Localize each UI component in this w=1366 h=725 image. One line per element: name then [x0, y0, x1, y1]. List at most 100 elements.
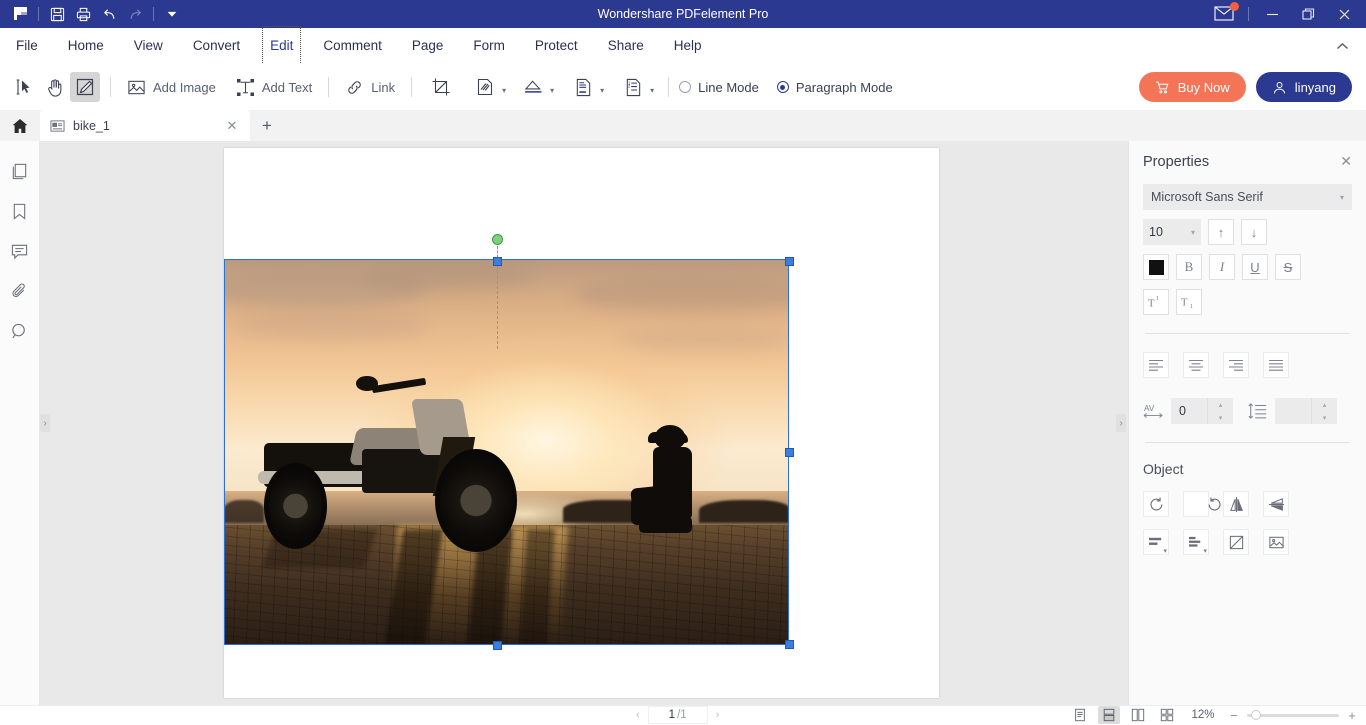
chevron-down-icon[interactable]: ▾	[550, 86, 554, 95]
menu-item-convert[interactable]: Convert	[187, 28, 246, 64]
selection-handle-middle-right[interactable]	[785, 448, 794, 457]
line-spacing-input[interactable]: ▴ ▾	[1275, 398, 1337, 424]
continuous-view-button[interactable]	[1098, 706, 1120, 724]
italic-button[interactable]: I	[1209, 254, 1235, 280]
chevron-down-icon[interactable]: ▾	[502, 86, 506, 95]
menu-item-protect[interactable]: Protect	[529, 28, 584, 64]
close-properties-icon[interactable]: ✕	[1340, 153, 1352, 170]
align-objects-icon[interactable]: ▾	[1143, 529, 1169, 555]
zoom-slider-knob[interactable]	[1251, 710, 1261, 720]
customize-dropdown-icon[interactable]	[159, 1, 185, 27]
selected-image-object[interactable]	[224, 259, 789, 645]
bookmark-icon[interactable]	[7, 199, 33, 223]
document-tab[interactable]: bike_1 ✕	[40, 110, 250, 141]
selection-handle-top-center[interactable]	[493, 257, 502, 266]
redo-icon[interactable]	[122, 1, 148, 27]
font-size-select[interactable]: 10 ▾	[1143, 219, 1201, 245]
selection-handle-bottom-center[interactable]	[493, 641, 502, 650]
bates-numbering-icon[interactable]: 1 2	[618, 72, 648, 102]
character-spacing-input[interactable]: 0 ▴ ▾	[1171, 398, 1233, 424]
add-text-button[interactable]: Add Text	[230, 72, 318, 102]
thumbnail-view-button[interactable]	[1156, 706, 1178, 724]
menu-item-home[interactable]: Home	[62, 28, 110, 64]
distribute-objects-icon[interactable]: ▾	[1183, 529, 1209, 555]
menu-item-page[interactable]: Page	[406, 28, 450, 64]
mail-icon[interactable]	[1207, 0, 1243, 28]
print-icon[interactable]	[70, 1, 96, 27]
zoom-level-value[interactable]: 12%	[1185, 709, 1221, 721]
zoom-slider[interactable]	[1247, 710, 1339, 720]
underline-button[interactable]: U	[1242, 254, 1268, 280]
radio-indicator	[776, 81, 789, 93]
zoom-in-button[interactable]: +	[1346, 708, 1358, 723]
background-icon[interactable]	[518, 72, 548, 102]
line-mode-radio[interactable]: Line Mode	[679, 80, 777, 95]
selection-handle-top-right[interactable]	[785, 257, 794, 266]
paragraph-mode-radio[interactable]: Paragraph Mode	[776, 80, 911, 95]
flip-vertical-icon[interactable]	[1263, 491, 1289, 517]
menu-item-edit[interactable]: Edit	[262, 26, 302, 67]
paperclip-icon[interactable]	[7, 279, 33, 303]
font-family-select[interactable]: Microsoft Sans Serif ▾	[1143, 184, 1352, 210]
pages-icon[interactable]	[7, 159, 33, 183]
bold-button[interactable]: B	[1176, 254, 1202, 280]
previous-page-button[interactable]: ‹	[636, 709, 640, 721]
menu-item-comment[interactable]: Comment	[317, 28, 388, 64]
rotate-ccw-icon[interactable]	[1143, 491, 1169, 517]
menu-item-file[interactable]: File	[10, 28, 44, 64]
edit-text-icon[interactable]	[70, 72, 100, 102]
app-logo-icon[interactable]	[9, 1, 33, 27]
add-image-button[interactable]: Add Image	[121, 72, 222, 102]
ribbon-collapse-button[interactable]	[1328, 28, 1356, 64]
maximize-button[interactable]	[1290, 0, 1326, 28]
crop-icon[interactable]	[426, 72, 456, 102]
subscript-icon[interactable]: T1	[1176, 289, 1202, 315]
undo-icon[interactable]	[96, 1, 122, 27]
select-cursor-icon[interactable]	[10, 72, 40, 102]
search-icon[interactable]	[7, 319, 33, 343]
replace-image-icon[interactable]	[1263, 529, 1289, 555]
rotate-cw-icon[interactable]	[1183, 491, 1221, 517]
save-icon[interactable]	[44, 1, 70, 27]
comment-icon[interactable]	[7, 239, 33, 263]
crop-image-icon[interactable]	[1223, 529, 1249, 555]
header-footer-icon[interactable]	[568, 72, 598, 102]
watermark-icon[interactable]	[470, 72, 500, 102]
minimize-button[interactable]	[1254, 0, 1290, 28]
align-left-icon[interactable]	[1143, 352, 1169, 378]
spinner[interactable]: ▴ ▾	[1207, 398, 1233, 424]
rotate-handle[interactable]	[492, 234, 503, 245]
single-page-view-button[interactable]	[1069, 706, 1091, 724]
close-tab-icon[interactable]: ✕	[224, 118, 240, 134]
chevron-down-icon[interactable]: ▾	[650, 86, 654, 95]
superscript-icon[interactable]: T1	[1143, 289, 1169, 315]
flip-horizontal-icon[interactable]	[1223, 491, 1249, 517]
zoom-out-button[interactable]: −	[1228, 708, 1240, 723]
close-button[interactable]	[1326, 0, 1362, 28]
align-center-icon[interactable]	[1183, 352, 1209, 378]
page-number-input[interactable]: 1/1	[647, 706, 708, 724]
home-icon[interactable]	[0, 110, 40, 141]
link-button[interactable]: Link	[339, 72, 401, 102]
increase-font-size-button[interactable]: ↑	[1208, 219, 1234, 245]
account-button[interactable]: linyang	[1255, 72, 1352, 102]
chevron-down-icon[interactable]: ▾	[600, 86, 604, 95]
spinner[interactable]: ▴ ▾	[1311, 398, 1337, 424]
menu-item-share[interactable]: Share	[602, 28, 650, 64]
align-justify-icon[interactable]	[1263, 352, 1289, 378]
selection-handle-bottom-right[interactable]	[785, 640, 794, 649]
menu-item-form[interactable]: Form	[467, 28, 511, 64]
new-tab-button[interactable]: +	[250, 110, 284, 141]
next-page-button[interactable]: ›	[716, 709, 720, 721]
strikethrough-button[interactable]: S	[1275, 254, 1301, 280]
buy-now-button[interactable]: Buy Now	[1138, 72, 1246, 102]
text-color-swatch[interactable]	[1143, 254, 1169, 280]
facing-view-button[interactable]	[1127, 706, 1149, 724]
hand-icon[interactable]	[40, 72, 70, 102]
decrease-font-size-button[interactable]: ↓	[1241, 219, 1267, 245]
menu-item-view[interactable]: View	[128, 28, 169, 64]
align-right-icon[interactable]	[1223, 352, 1249, 378]
collapse-right-panel-handle[interactable]: ›	[1116, 414, 1126, 432]
menu-item-help[interactable]: Help	[668, 28, 708, 64]
expand-left-panel-handle[interactable]: ›	[40, 414, 50, 432]
